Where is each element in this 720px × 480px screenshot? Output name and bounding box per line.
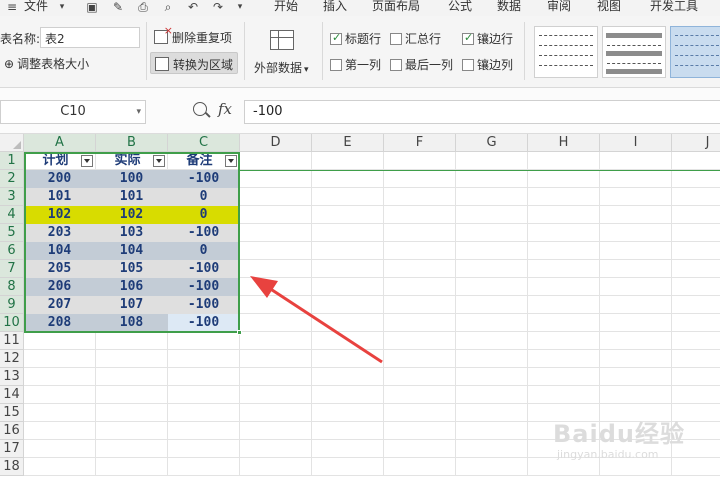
convert-to-range-icon — [155, 57, 169, 71]
table-name-input[interactable]: 表2 — [40, 27, 140, 48]
chevron-down-icon[interactable]: ▾ — [136, 101, 141, 123]
formula-input[interactable]: -100 — [244, 100, 720, 124]
option-banded-rows[interactable]: 镶边行 — [462, 30, 513, 47]
watermark-url: jingyan.baidu.com — [557, 448, 659, 461]
name-box[interactable]: C10 ▾ — [0, 100, 146, 124]
table-name-label: 表名称: — [0, 32, 41, 46]
hamburger-menu-icon[interactable]: ≡ — [6, 1, 18, 13]
checkbox-icon — [330, 59, 342, 71]
tab-insert[interactable]: 插入 — [323, 0, 347, 14]
resize-icon: ⊕ — [4, 57, 15, 71]
remove-duplicates-label: 删除重复项 — [172, 31, 233, 45]
ribbon-divider — [322, 22, 323, 80]
tab-view[interactable]: 视图 — [597, 0, 621, 14]
chevron-down-icon: ▾ — [304, 65, 309, 75]
print-icon[interactable]: ⎙ — [137, 1, 149, 13]
name-box-value: C10 — [60, 104, 86, 119]
tab-developer[interactable]: 开发工具 — [650, 0, 698, 14]
ribbon-table-tools: 表名称: 表2 ⊕调整表格大小 删除重复项 转换为区域 外部数据▾ 标题行 汇总… — [0, 16, 720, 88]
table-style-thumbnail[interactable] — [534, 26, 598, 78]
option-total-row[interactable]: 汇总行 — [390, 30, 441, 47]
table-style-thumbnail-selected[interactable] — [670, 26, 720, 78]
option-last-column[interactable]: 最后一列 — [390, 56, 453, 73]
table-style-thumbnail[interactable] — [602, 26, 666, 78]
option-banded-columns[interactable]: 镶边列 — [462, 56, 513, 73]
checkbox-checked-icon — [462, 31, 474, 45]
option-label: 最后一列 — [405, 58, 454, 72]
checkbox-icon — [390, 59, 402, 71]
checkbox-checked-icon — [330, 31, 342, 45]
watermark-logo: Baidu经验 — [553, 420, 685, 448]
tab-formulas[interactable]: 公式 — [448, 0, 472, 14]
chevron-down-icon[interactable]: ▾ — [56, 1, 68, 13]
undo-icon[interactable]: ↶ — [187, 1, 199, 13]
fx-icon[interactable]: fx — [218, 100, 232, 118]
tab-review[interactable]: 审阅 — [547, 0, 571, 14]
menu-bar: ≡ 文件 ▾ ▣ ✎ ⎙ ⌕ ↶ ↷ ▾ 开始 插入 页面布局 公式 数据 审阅… — [0, 0, 720, 16]
ribbon-divider — [146, 22, 147, 80]
tab-home[interactable]: 开始 — [274, 0, 298, 14]
redo-icon[interactable]: ↷ — [212, 1, 224, 13]
option-first-column[interactable]: 第一列 — [330, 56, 381, 73]
print-preview-icon[interactable]: ⌕ — [162, 1, 174, 13]
convert-to-range-button[interactable]: 转换为区域 — [150, 52, 239, 74]
tab-data[interactable]: 数据 — [497, 0, 521, 14]
file-menu[interactable]: 文件 — [24, 0, 48, 14]
ribbon-divider — [244, 22, 245, 80]
ribbon-divider — [524, 22, 525, 80]
zoom-icon[interactable] — [193, 102, 207, 116]
tab-page-layout[interactable]: 页面布局 — [372, 0, 420, 14]
resize-table-label: 调整表格大小 — [17, 57, 90, 71]
option-label: 第一列 — [345, 58, 382, 72]
convert-to-range-label: 转换为区域 — [173, 58, 234, 72]
arrow-head — [250, 276, 278, 298]
external-data-label: 外部数据 — [254, 61, 303, 75]
checkbox-icon — [462, 59, 474, 71]
option-label: 汇总行 — [405, 32, 442, 46]
save-icon[interactable]: ▣ — [86, 1, 98, 13]
spreadsheet-grid[interactable]: A B C D E F G H I J 1 2 3 4 5 6 7 8 9 10 11 12 13 14 15 16 17 18 计划实… — [0, 134, 720, 480]
resize-table-button[interactable]: ⊕ 调整表格大小 — [0, 52, 93, 74]
external-data-button[interactable]: 外部数据 ▾ — [250, 56, 313, 78]
option-header-row[interactable]: 标题行 — [330, 30, 381, 47]
option-label: 标题行 — [345, 32, 382, 46]
remove-duplicates-icon — [154, 24, 173, 44]
watermark: Baidu经验 jingyan.baidu.com — [545, 414, 715, 474]
option-label: 镶边行 — [477, 32, 514, 46]
arrow-shaft — [265, 284, 383, 364]
formula-bar: C10 ▾ fx -100 — [0, 88, 720, 134]
quick-access-more-icon[interactable]: ▾ — [234, 1, 246, 13]
checkbox-icon — [390, 33, 402, 45]
format-painter-icon[interactable]: ✎ — [112, 1, 124, 13]
option-label: 镶边列 — [477, 58, 514, 72]
remove-duplicates-button[interactable]: 删除重复项 — [150, 24, 236, 48]
external-data-icon — [270, 30, 294, 50]
